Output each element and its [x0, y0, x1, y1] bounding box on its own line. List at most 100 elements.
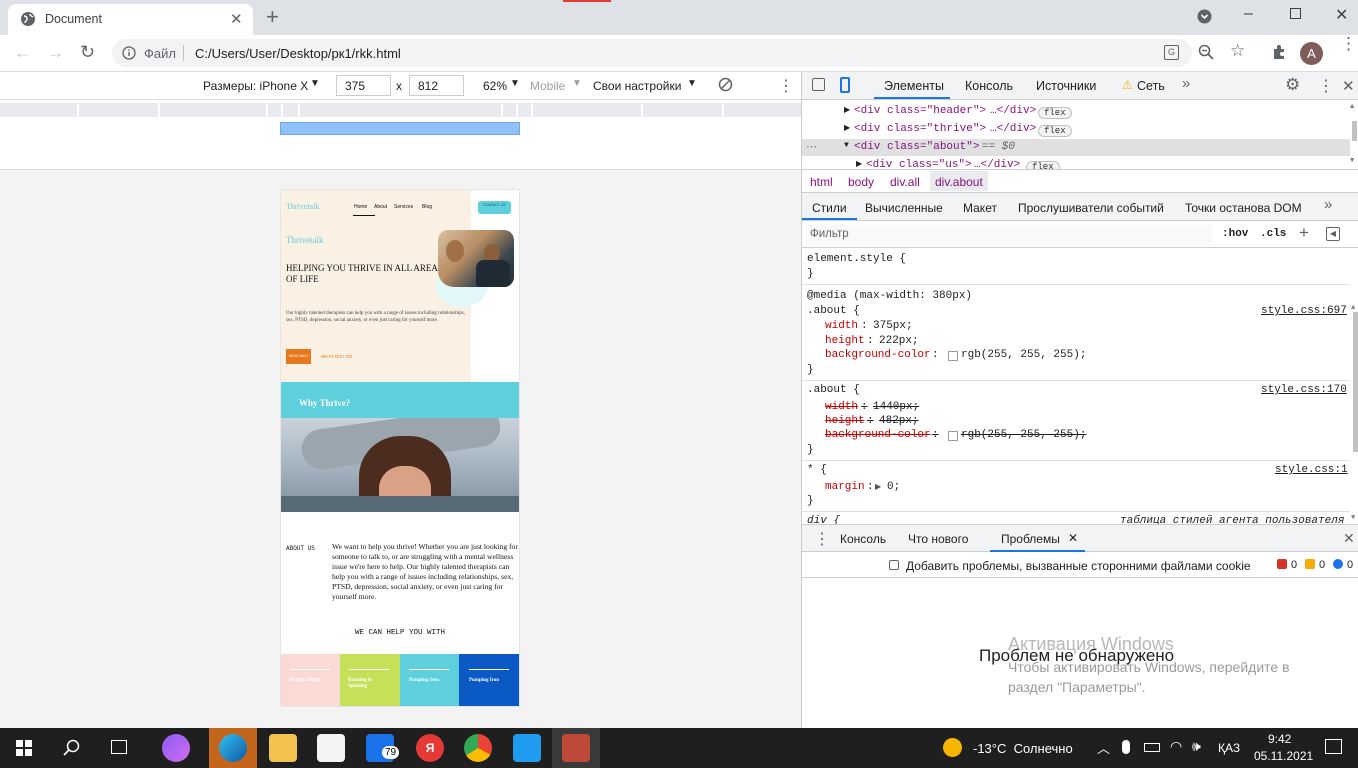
zoom-icon[interactable] — [1198, 44, 1214, 60]
language-indicator[interactable]: ҚАЗ — [1218, 741, 1240, 755]
styles-scrollbar[interactable] — [1353, 312, 1358, 452]
cookie-checkbox[interactable] — [889, 560, 899, 570]
avatar[interactable]: A — [1300, 42, 1323, 65]
file-explorer-icon[interactable] — [269, 734, 297, 762]
address-bar[interactable]: Файл C:/Users/User/Desktop/рк1/rkk.html … — [112, 39, 1192, 67]
device-menu-kebab-icon[interactable]: ⋮ — [778, 76, 794, 96]
prop-name[interactable]: background-color — [825, 349, 931, 361]
zoom-select[interactable]: 62% — [483, 79, 507, 93]
search-icon[interactable] — [63, 739, 81, 757]
ellipsis-icon[interactable]: ⋯ — [806, 140, 817, 154]
nav-link-services[interactable]: Services — [394, 204, 413, 210]
scroll-up-icon[interactable]: ▲ — [1351, 304, 1355, 312]
rule-source-link[interactable]: style.css:170 — [1261, 384, 1347, 396]
nav-link-blog[interactable]: Blog — [422, 204, 432, 210]
alice-app-icon[interactable] — [162, 734, 190, 762]
store-icon[interactable] — [317, 734, 345, 762]
expand-arrow-icon[interactable]: ▶ — [856, 159, 862, 169]
forward-icon[interactable]: → — [47, 43, 64, 63]
tab-sources[interactable]: Источники — [1036, 79, 1096, 93]
scroll-down-icon[interactable]: ▼ — [1350, 157, 1354, 165]
app-icon[interactable] — [562, 734, 590, 762]
notifications-icon[interactable] — [1325, 739, 1342, 754]
drawer-menu-kebab-icon[interactable]: ⋮ — [814, 529, 830, 549]
volume-icon[interactable]: 🕪 — [1192, 738, 1201, 755]
service-card[interactable]: Pumping Iron — [400, 654, 459, 706]
expand-triangle-icon[interactable]: ▶ — [875, 482, 881, 492]
throttle-select[interactable]: Mobile — [530, 79, 565, 93]
rotate-icon[interactable] — [718, 77, 733, 92]
more-tabs-icon[interactable]: » — [1182, 75, 1190, 92]
dom-node[interactable]: ▶ <div class="us"> …</div> flex — [802, 157, 1350, 169]
wifi-icon[interactable]: ◠ — [1170, 738, 1182, 755]
prop-value-overridden[interactable]: 1440px; — [873, 401, 919, 413]
nav-logo[interactable]: Thrivetalk — [286, 202, 319, 211]
tab-layout[interactable]: Макет — [963, 201, 997, 215]
nav-link-about[interactable]: About — [374, 204, 387, 210]
color-swatch[interactable] — [948, 431, 958, 441]
dom-node[interactable]: ▶ <div class="header"> …</div> flex — [802, 103, 1350, 120]
prop-name-overridden[interactable]: background-color — [825, 429, 931, 441]
breadcrumb-item[interactable]: body — [848, 175, 874, 189]
tab-close-icon[interactable]: ✕ — [230, 10, 243, 28]
prop-name[interactable]: width — [825, 320, 858, 332]
new-tab-icon[interactable]: + — [266, 4, 279, 30]
hov-toggle[interactable]: :hov — [1222, 228, 1248, 240]
nav-link-home[interactable]: Home — [354, 204, 367, 210]
expand-arrow-icon[interactable]: ▼ — [844, 141, 849, 150]
flex-badge[interactable]: flex — [1038, 107, 1072, 119]
contact-button[interactable]: CONTACT US — [478, 201, 511, 214]
add-rule-icon[interactable]: + — [1299, 223, 1309, 243]
prop-value-overridden[interactable]: 482px; — [879, 415, 919, 427]
device-toggle-icon[interactable] — [840, 77, 850, 93]
prop-value[interactable]: 222px; — [879, 335, 919, 347]
tab-dom-breakpoints[interactable]: Точки останова DOM — [1185, 201, 1302, 215]
breadcrumb-item[interactable]: div.all — [890, 175, 920, 189]
battery-icon[interactable] — [1144, 743, 1160, 752]
clock-time[interactable]: 9:42 — [1268, 732, 1291, 746]
drawer-close-icon[interactable]: ✕ — [1343, 530, 1355, 547]
height-input[interactable]: 812 — [409, 75, 464, 96]
scroll-up-icon[interactable]: ▲ — [1350, 103, 1354, 111]
drawer-tab-whats-new[interactable]: Что нового — [908, 532, 968, 546]
rule-selector[interactable]: .about { — [807, 305, 860, 317]
media-query-bar[interactable] — [0, 103, 801, 117]
tab-close-icon[interactable]: ✕ — [1068, 531, 1078, 545]
browser-tab[interactable]: Document ✕ — [8, 4, 253, 35]
tab-network[interactable]: Сеть — [1137, 79, 1165, 93]
prop-value[interactable]: 375px; — [873, 320, 913, 332]
device-select[interactable]: Размеры: iPhone X — [203, 79, 308, 93]
drawer-tab-console[interactable]: Консоль — [840, 532, 886, 546]
scroll-down-icon[interactable]: ▼ — [1351, 514, 1355, 522]
back-icon[interactable]: ← — [14, 43, 31, 63]
expand-arrow-icon[interactable]: ▶ — [844, 123, 850, 133]
inspect-icon[interactable] — [812, 78, 825, 91]
breadcrumb-item[interactable]: html — [810, 175, 833, 189]
rule-source-link[interactable]: style.css:697 — [1261, 305, 1347, 317]
weather-text[interactable]: -13°C Солнечно — [973, 741, 1073, 756]
extensions-icon[interactable] — [1271, 44, 1287, 60]
menu-kebab-icon[interactable]: ⋮ — [1340, 35, 1357, 52]
rule-source-link[interactable]: style.css:1 — [1275, 464, 1348, 476]
microphone-icon[interactable] — [1122, 740, 1130, 754]
chrome-icon[interactable] — [464, 734, 492, 762]
dom-node-selected[interactable]: ⋯ ▼ <div class="about"> == $0 — [802, 139, 1350, 156]
tab-elements[interactable]: Элементы — [884, 79, 944, 93]
task-view-icon[interactable] — [111, 740, 127, 754]
expand-arrow-icon[interactable]: ▶ — [844, 105, 850, 115]
prop-name[interactable]: height — [825, 335, 865, 347]
prop-value[interactable]: rgb(255, 255, 255); — [961, 349, 1086, 361]
tab-console[interactable]: Консоль — [965, 79, 1013, 93]
start-icon[interactable] — [16, 740, 32, 756]
rule-selector[interactable]: * { — [807, 464, 827, 476]
service-card[interactable]: Weight Lifting — [281, 654, 340, 706]
filter-input[interactable]: Фильтр — [806, 225, 1212, 244]
prop-name-overridden[interactable]: width — [825, 401, 858, 413]
edge-app-icon[interactable] — [219, 734, 247, 762]
restore-icon[interactable] — [1290, 8, 1301, 19]
tab-search-icon[interactable] — [1197, 9, 1212, 24]
flex-badge[interactable]: flex — [1026, 161, 1060, 169]
more-tabs-icon[interactable]: » — [1324, 196, 1332, 213]
tab-styles[interactable]: Стили — [812, 201, 847, 215]
flex-badge[interactable]: flex — [1038, 125, 1072, 137]
